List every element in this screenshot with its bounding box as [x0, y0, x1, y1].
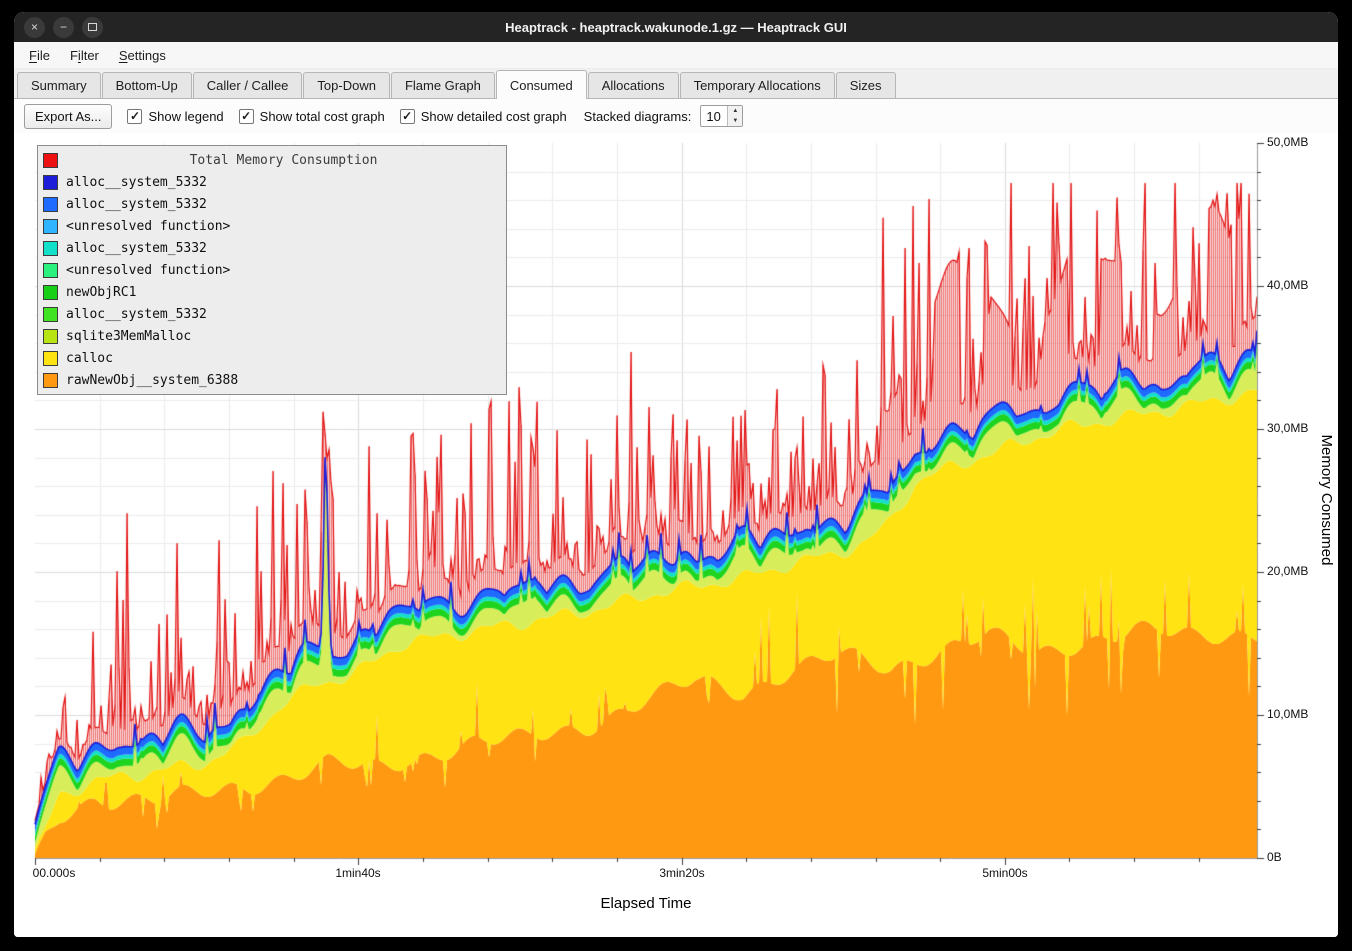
spinner-arrows: ▲ ▼	[727, 106, 742, 126]
spinner-down-icon[interactable]: ▼	[728, 116, 742, 126]
menu-filter[interactable]: Filter	[61, 45, 108, 66]
legend-label: calloc	[66, 351, 113, 366]
minimize-button[interactable]: −	[53, 17, 74, 38]
heaptrack-window: × − Heaptrack - heaptrack.wakunode.1.gz …	[14, 12, 1338, 937]
stacked-diagrams-spinbox[interactable]: 10 ▲ ▼	[700, 105, 743, 127]
legend-title-row: Total Memory Consumption	[43, 149, 501, 171]
tab-caller-callee[interactable]: Caller / Callee	[193, 72, 303, 98]
tab-top-down[interactable]: Top-Down	[303, 72, 390, 98]
menu-label-part: F	[70, 48, 78, 63]
y-tick-label: 10,0MB	[1267, 707, 1308, 721]
legend-item: sqlite3MemMalloc	[43, 325, 501, 347]
legend-swatch	[43, 197, 58, 212]
menu-mnemonic: S	[119, 48, 128, 63]
x-tick-label: 3min20s	[659, 866, 704, 880]
checkbox-checked-icon: ✓	[127, 109, 142, 124]
x-tick-label: 1min40s	[335, 866, 380, 880]
legend-label: newObjRC1	[66, 285, 136, 300]
show-legend-checkbox[interactable]: ✓ Show legend	[127, 109, 223, 124]
tab-sizes[interactable]: Sizes	[836, 72, 896, 98]
legend-label: sqlite3MemMalloc	[66, 329, 191, 344]
checkbox-label: Show total cost graph	[260, 109, 385, 124]
legend-item: alloc__system_5332	[43, 303, 501, 325]
tab-summary[interactable]: Summary	[17, 72, 101, 98]
legend-label: alloc__system_5332	[66, 175, 207, 190]
legend-label: <unresolved function>	[66, 263, 230, 278]
legend-swatch	[43, 285, 58, 300]
menu-file[interactable]: File	[20, 45, 59, 66]
legend-item: <unresolved function>	[43, 259, 501, 281]
y-tick-label: 20,0MB	[1267, 564, 1308, 578]
export-as-button[interactable]: Export As...	[24, 104, 112, 129]
menu-settings[interactable]: Settings	[110, 45, 175, 66]
tab-bar: Summary Bottom-Up Caller / Callee Top-Do…	[14, 69, 1338, 99]
toolbar: Export As... ✓ Show legend ✓ Show total …	[14, 99, 1338, 133]
y-tick-label: 0B	[1267, 850, 1282, 864]
maximize-icon	[88, 23, 97, 31]
legend-swatch	[43, 219, 58, 234]
x-axis-title: Elapsed Time	[601, 895, 692, 912]
close-icon: ×	[31, 21, 38, 33]
menu-label-part: ile	[37, 48, 50, 63]
checkbox-label: Show legend	[148, 109, 223, 124]
y-tick-label: 50,0MB	[1267, 135, 1308, 149]
tab-temporary-allocations[interactable]: Temporary Allocations	[680, 72, 835, 98]
checkbox-checked-icon: ✓	[239, 109, 254, 124]
legend-swatch-total	[43, 153, 58, 168]
legend-item: rawNewObj__system_6388	[43, 369, 501, 391]
x-tick-label: 5min00s	[982, 866, 1027, 880]
window-title: Heaptrack - heaptrack.wakunode.1.gz — He…	[14, 20, 1338, 35]
tab-flame-graph[interactable]: Flame Graph	[391, 72, 495, 98]
legend-label: alloc__system_5332	[66, 307, 207, 322]
legend-swatch	[43, 263, 58, 278]
tab-consumed[interactable]: Consumed	[496, 70, 587, 99]
titlebar[interactable]: × − Heaptrack - heaptrack.wakunode.1.gz …	[14, 12, 1338, 42]
menu-mnemonic: F	[29, 48, 37, 63]
memory-consumed-chart: Total Memory Consumption alloc__system_5…	[14, 133, 1338, 937]
tab-bottom-up[interactable]: Bottom-Up	[102, 72, 192, 98]
legend-label: alloc__system_5332	[66, 197, 207, 212]
legend-swatch	[43, 175, 58, 190]
maximize-button[interactable]	[82, 17, 103, 38]
legend-item: alloc__system_5332	[43, 171, 501, 193]
minimize-icon: −	[60, 21, 67, 33]
y-axis-title: Memory Consumed	[1318, 435, 1335, 566]
legend-item: alloc__system_5332	[43, 193, 501, 215]
stacked-diagrams-value: 10	[701, 106, 727, 126]
chart-legend: Total Memory Consumption alloc__system_5…	[37, 145, 507, 395]
legend-swatch	[43, 329, 58, 344]
legend-swatch	[43, 241, 58, 256]
tab-allocations[interactable]: Allocations	[588, 72, 679, 98]
y-tick-label: 40,0MB	[1267, 278, 1308, 292]
show-detailed-cost-graph-checkbox[interactable]: ✓ Show detailed cost graph	[400, 109, 567, 124]
menubar: File Filter Settings	[14, 42, 1338, 69]
legend-swatch	[43, 373, 58, 388]
spinner-up-icon[interactable]: ▲	[728, 106, 742, 116]
legend-item: alloc__system_5332	[43, 237, 501, 259]
close-button[interactable]: ×	[24, 17, 45, 38]
menu-label-part: ettings	[128, 48, 166, 63]
checkbox-checked-icon: ✓	[400, 109, 415, 124]
legend-label: rawNewObj__system_6388	[66, 373, 238, 388]
legend-item: <unresolved function>	[43, 215, 501, 237]
checkbox-label: Show detailed cost graph	[421, 109, 567, 124]
legend-label: <unresolved function>	[66, 219, 230, 234]
legend-swatch	[43, 351, 58, 366]
legend-item: calloc	[43, 347, 501, 369]
window-controls: × −	[24, 17, 103, 38]
show-total-cost-graph-checkbox[interactable]: ✓ Show total cost graph	[239, 109, 385, 124]
x-tick-label: 00.000s	[33, 866, 76, 880]
legend-item: newObjRC1	[43, 281, 501, 303]
legend-label: alloc__system_5332	[66, 241, 207, 256]
legend-swatch	[43, 307, 58, 322]
stacked-diagrams-label: Stacked diagrams:	[584, 109, 692, 124]
y-tick-label: 30,0MB	[1267, 421, 1308, 435]
legend-title: Total Memory Consumption	[66, 153, 501, 168]
menu-label-part: lter	[81, 48, 99, 63]
